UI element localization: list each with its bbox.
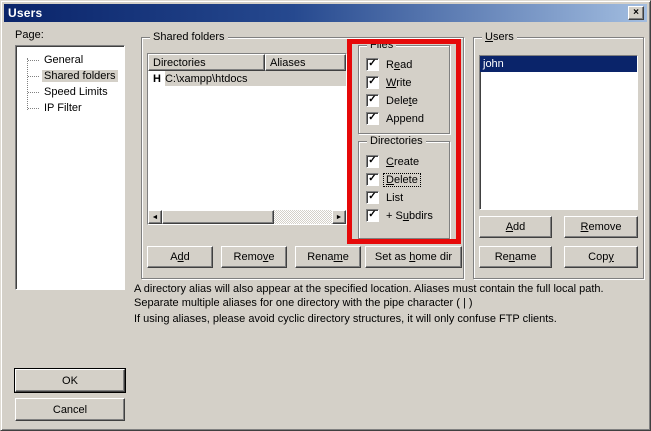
checkbox-box[interactable]: ✓ (366, 94, 379, 107)
copy-user-button[interactable]: Copy (564, 246, 638, 268)
checkbox-box[interactable]: ✓ (366, 209, 379, 222)
files-group-label: Files (367, 39, 396, 51)
check-icon: ✓ (368, 59, 376, 69)
page-label: Page: (15, 29, 44, 41)
title-bar[interactable]: Users × (4, 4, 647, 22)
column-header-aliases[interactable]: Aliases (265, 54, 346, 71)
check-icon: ✓ (368, 174, 376, 184)
page-item-shared-folders[interactable]: Shared folders (16, 68, 124, 84)
scrollbar-track[interactable] (274, 210, 332, 224)
check-icon: ✓ (368, 210, 376, 220)
page-tree[interactable]: General Shared folders Speed Limits IP F… (15, 45, 125, 290)
directories-list-header: Directories Aliases (148, 54, 346, 71)
cyclic-warning-text: If using aliases, please avoid cyclic di… (134, 312, 636, 326)
directory-permissions: ✓ Create ✓ Delete ✓ List ✓ + Subdirs (366, 155, 435, 222)
window-title: Users (8, 6, 42, 20)
checkbox-box[interactable]: ✓ (366, 112, 379, 125)
alias-info-text: A directory alias will also appear at th… (134, 282, 636, 310)
directories-group-label: Directories (367, 135, 426, 147)
checkbox-dirs-create[interactable]: ✓ Create (366, 155, 435, 168)
shared-folders-group-label: Shared folders (150, 31, 228, 43)
user-item-john[interactable]: john (480, 56, 637, 72)
set-as-home-dir-button[interactable]: Set as home dir (365, 246, 462, 268)
home-dir-flag: H (148, 73, 165, 85)
horizontal-scrollbar[interactable]: ◄ ► (148, 210, 346, 224)
files-permissions: ✓ Read ✓ Write ✓ Delete ✓ Append (366, 58, 426, 125)
checkbox-dirs-list[interactable]: ✓ List (366, 191, 435, 204)
scroll-left-button[interactable]: ◄ (148, 210, 162, 224)
cancel-button[interactable]: Cancel (15, 398, 125, 421)
rename-user-button[interactable]: Rename (479, 246, 552, 268)
remove-user-button[interactable]: Remove (564, 216, 638, 238)
tree-line (27, 58, 28, 110)
checkbox-box[interactable]: ✓ (366, 173, 379, 186)
checkbox-box[interactable]: ✓ (366, 191, 379, 204)
checkbox-box[interactable]: ✓ (366, 155, 379, 168)
directories-list[interactable]: Directories Aliases H C:\xampp\htdocs ◄ … (147, 53, 347, 225)
check-icon: ✓ (368, 113, 376, 123)
directory-row[interactable]: H C:\xampp\htdocs (148, 71, 346, 86)
users-list[interactable]: john (479, 55, 638, 210)
scroll-right-icon: ► (336, 214, 343, 221)
checkbox-files-delete[interactable]: ✓ Delete (366, 94, 426, 107)
directory-path[interactable]: C:\xampp\htdocs (165, 71, 346, 86)
scroll-right-button[interactable]: ► (332, 210, 346, 224)
page-item-general[interactable]: General (16, 52, 124, 68)
scrollbar-thumb[interactable] (162, 210, 274, 224)
remove-directory-button[interactable]: Remove (221, 246, 287, 268)
users-group-label: Users (482, 31, 517, 43)
ok-button[interactable]: OK (15, 369, 125, 392)
check-icon: ✓ (368, 95, 376, 105)
scroll-left-icon: ◄ (152, 214, 159, 221)
directories-list-body[interactable]: H C:\xampp\htdocs (148, 71, 346, 210)
page-item-ip-filter[interactable]: IP Filter (16, 100, 124, 116)
checkbox-box[interactable]: ✓ (366, 58, 379, 71)
column-header-directories[interactable]: Directories (148, 54, 265, 71)
check-icon: ✓ (368, 192, 376, 202)
page-item-speed-limits[interactable]: Speed Limits (16, 84, 124, 100)
check-icon: ✓ (368, 156, 376, 166)
close-button[interactable]: × (628, 6, 644, 20)
add-directory-button[interactable]: Add (147, 246, 213, 268)
users-dialog: Users × Page: General Shared folders Spe… (0, 0, 651, 431)
check-icon: ✓ (368, 77, 376, 87)
rename-directory-button[interactable]: Rename (295, 246, 361, 268)
add-user-button[interactable]: Add (479, 216, 552, 238)
checkbox-dirs-delete[interactable]: ✓ Delete (366, 173, 435, 186)
checkbox-dirs-subdirs[interactable]: ✓ + Subdirs (366, 209, 435, 222)
close-icon: × (633, 8, 639, 18)
checkbox-files-append[interactable]: ✓ Append (366, 112, 426, 125)
checkbox-files-read[interactable]: ✓ Read (366, 58, 426, 71)
checkbox-box[interactable]: ✓ (366, 76, 379, 89)
checkbox-files-write[interactable]: ✓ Write (366, 76, 426, 89)
